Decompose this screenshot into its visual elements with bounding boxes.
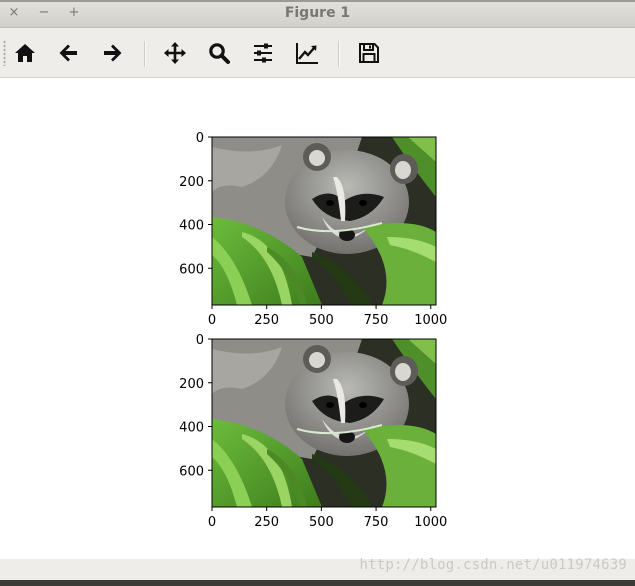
x-tick-label: 750 — [364, 515, 389, 530]
pan-move-icon — [164, 42, 186, 64]
back-arrow-icon — [59, 44, 77, 62]
x-tick-label: 1000 — [414, 515, 447, 530]
x-tick-label: 500 — [309, 313, 334, 328]
figure-svg: 0 250 500 750 1000 0 200 400 600 0 250 500 750 1000… — [179, 131, 447, 530]
subplot-2[interactable]: 0 250 500 750 1000 0 200 400 600 — [179, 333, 447, 530]
title-bar: × − + Figure 1 — [0, 0, 635, 28]
window-title: Figure 1 — [284, 5, 351, 21]
pan-button[interactable] — [161, 39, 189, 67]
back-button[interactable] — [55, 39, 83, 67]
toolbar-separator — [144, 41, 146, 67]
toolbar-grip[interactable] — [3, 40, 6, 66]
home-button[interactable] — [11, 39, 39, 67]
navigation-toolbar — [0, 28, 635, 78]
y-tick-label: 0 — [196, 333, 204, 348]
save-floppy-icon — [359, 43, 379, 63]
y-tick-label: 200 — [179, 377, 204, 392]
y-tick-label: 200 — [179, 175, 204, 190]
watermark-text: http://blog.csdn.net/u011974639 — [359, 557, 627, 573]
y-tick-label: 600 — [179, 464, 204, 479]
x-tick-label: 250 — [254, 313, 279, 328]
x-tick-label: 500 — [309, 515, 334, 530]
raccoon-image — [212, 137, 436, 305]
forward-button[interactable] — [98, 39, 126, 67]
subplot-1[interactable]: 0 250 500 750 1000 0 200 400 600 — [179, 131, 447, 328]
forward-arrow-icon — [104, 44, 122, 62]
raccoon-image — [212, 339, 436, 507]
subplots-sliders-icon — [254, 43, 272, 63]
x-tick-label: 0 — [208, 515, 216, 530]
x-tick-label: 1000 — [414, 313, 447, 328]
x-tick-label: 750 — [364, 313, 389, 328]
figure-canvas[interactable]: 0 250 500 750 1000 0 200 400 600 0 250 500 750 1000… — [0, 78, 635, 559]
edit-axis-chart-icon — [296, 43, 318, 64]
save-button[interactable] — [355, 39, 383, 67]
x-tick-label: 250 — [254, 515, 279, 530]
y-tick-label: 600 — [179, 262, 204, 277]
y-tick-label: 0 — [196, 131, 204, 146]
window-bottom-edge — [0, 580, 635, 586]
customize-button[interactable] — [293, 39, 321, 67]
figure-window: × − + Figure 1 0 250 500 750 1000 0 200 … — [0, 0, 635, 586]
zoom-button[interactable] — [205, 39, 233, 67]
zoom-magnifier-icon — [209, 43, 230, 64]
subplots-button[interactable] — [249, 39, 277, 67]
home-icon — [15, 44, 35, 62]
toolbar-separator — [338, 41, 340, 67]
x-tick-label: 0 — [208, 313, 216, 328]
y-tick-label: 400 — [179, 421, 204, 436]
y-tick-label: 400 — [179, 219, 204, 234]
